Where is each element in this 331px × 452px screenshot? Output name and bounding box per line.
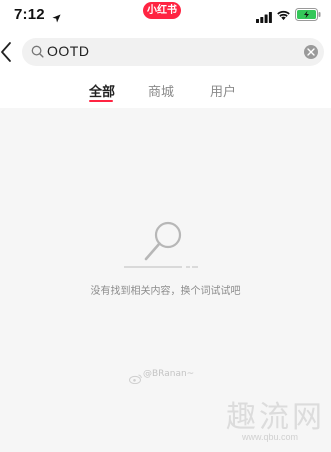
status-bar: 7:12 小红书 xyxy=(0,0,331,30)
search-header: OOTD xyxy=(0,30,331,75)
site-watermark-url: www.qbu.com xyxy=(242,432,299,442)
active-tab-indicator xyxy=(89,100,113,102)
app-badge: 小红书 xyxy=(143,2,181,19)
tab-users[interactable]: 用户 xyxy=(210,81,236,100)
clear-icon[interactable] xyxy=(304,45,318,59)
battery-icon xyxy=(295,8,321,26)
site-watermark-logo: 趣流网 xyxy=(226,400,325,435)
tab-mall[interactable]: 商城 xyxy=(148,81,174,100)
search-icon xyxy=(31,45,44,63)
empty-state-message: 没有找到相关内容，换个词试试吧 xyxy=(90,286,241,297)
signal-icon xyxy=(256,10,272,28)
location-arrow-icon xyxy=(52,10,61,28)
watermark-username: @BRanan~ xyxy=(143,369,195,379)
tab-all[interactable]: 全部 xyxy=(89,81,115,100)
tab-bar: 全部 商城 用户 xyxy=(0,75,331,108)
search-query[interactable]: OOTD xyxy=(47,43,89,59)
weibo-icon xyxy=(129,371,142,389)
status-time: 7:12 xyxy=(14,6,45,23)
search-input[interactable]: OOTD xyxy=(22,38,324,66)
empty-search-icon xyxy=(124,218,200,275)
wifi-icon xyxy=(276,8,291,26)
back-arrow-icon[interactable] xyxy=(0,41,12,68)
